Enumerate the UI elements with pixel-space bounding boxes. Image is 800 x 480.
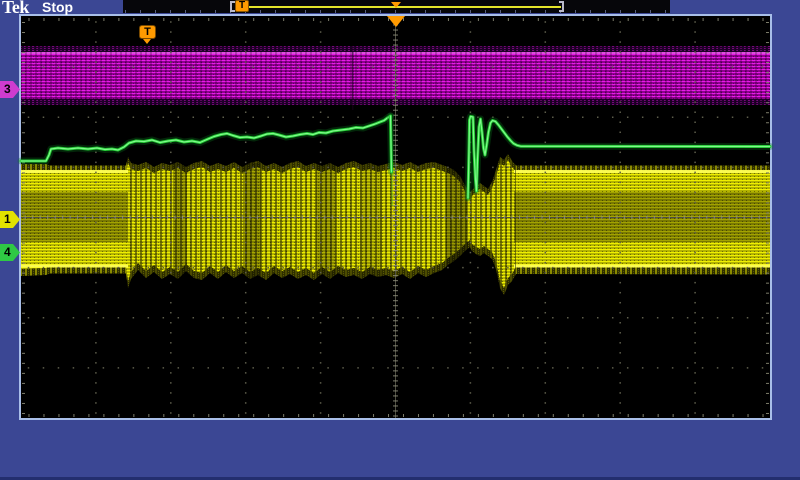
trigger-position-marker[interactable] xyxy=(387,16,405,27)
oscilloscope-screen: Tek Stop T T 3 1 4 xyxy=(0,0,800,480)
tek-logo: Tek xyxy=(2,0,29,18)
acquisition-preview-bar: T xyxy=(123,0,670,13)
acquisition-window-span xyxy=(249,6,561,8)
trigger-position-badge[interactable]: T xyxy=(235,0,249,12)
trigger-level-badge-tail xyxy=(143,39,151,44)
waveform-display xyxy=(0,0,800,480)
trigger-level-badge[interactable]: T xyxy=(139,25,156,39)
acquisition-bar-ticks xyxy=(125,10,668,13)
acquisition-window-right-bracket[interactable] xyxy=(559,1,564,12)
acquisition-status: Stop xyxy=(42,0,73,15)
trigger-position-marker-bar[interactable] xyxy=(391,2,401,8)
